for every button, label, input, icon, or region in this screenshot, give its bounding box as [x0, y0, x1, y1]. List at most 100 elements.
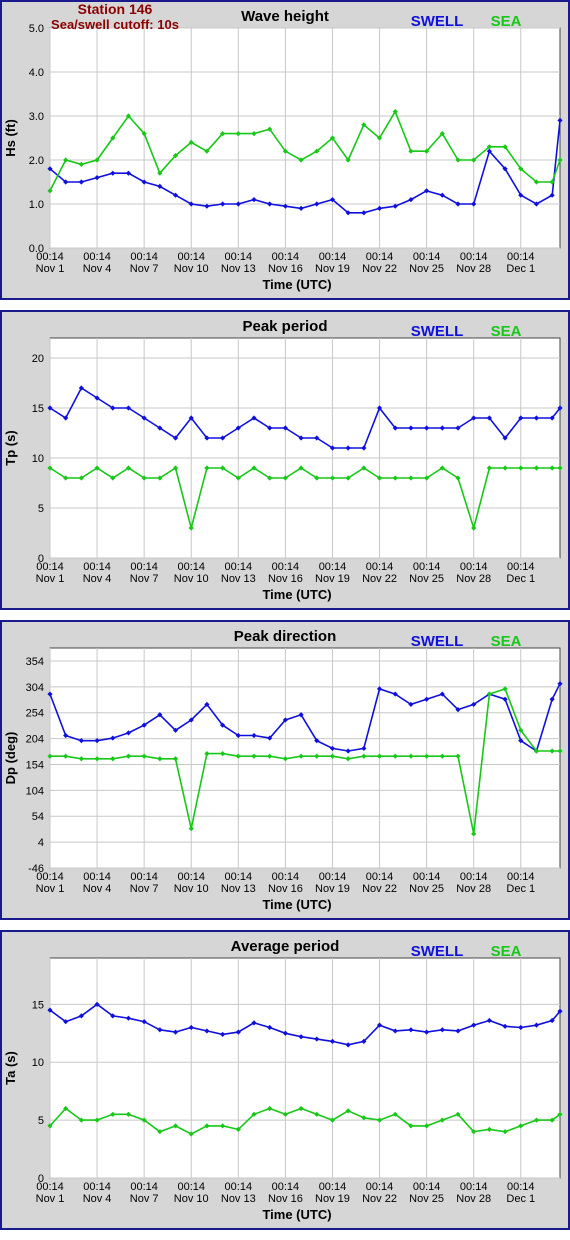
x-tick-time: 00:14: [83, 251, 111, 263]
x-tick-time: 00:14: [130, 1181, 158, 1193]
x-tick-date: Dec 1: [506, 1193, 535, 1205]
x-tick-time: 00:14: [83, 561, 111, 573]
y-axis-label: Dp (deg): [3, 732, 18, 785]
x-tick-time: 00:14: [319, 561, 347, 573]
x-tick-time: 00:14: [413, 251, 441, 263]
x-tick-date: Nov 19: [315, 573, 350, 585]
x-tick-time: 00:14: [36, 1181, 64, 1193]
y-tick-label: 4: [38, 837, 44, 849]
x-tick-date: Nov 10: [174, 1193, 209, 1205]
x-tick-time: 00:14: [366, 251, 394, 263]
x-tick-time: 00:14: [177, 561, 205, 573]
x-tick-time: 00:14: [507, 871, 535, 883]
x-tick-date: Nov 1: [36, 573, 65, 585]
x-tick-date: Nov 7: [130, 883, 159, 895]
x-tick-time: 00:14: [272, 251, 300, 263]
chart-panel-2: 0510152000:14Nov 100:14Nov 400:14Nov 700…: [0, 310, 570, 610]
x-axis-label: Time (UTC): [262, 587, 331, 602]
x-tick-date: Nov 7: [130, 1193, 159, 1205]
x-tick-date: Nov 19: [315, 1193, 350, 1205]
y-tick-label: 10: [32, 453, 44, 465]
x-tick-date: Nov 25: [409, 1193, 444, 1205]
x-tick-time: 00:14: [130, 251, 158, 263]
y-axis-label: Ta (s): [3, 1051, 18, 1085]
x-tick-date: Nov 28: [456, 573, 491, 585]
x-tick-time: 00:14: [319, 251, 347, 263]
x-tick-time: 00:14: [272, 871, 300, 883]
x-tick-date: Nov 22: [362, 263, 397, 275]
x-tick-time: 00:14: [177, 1181, 205, 1193]
x-tick-time: 00:14: [366, 561, 394, 573]
x-tick-date: Nov 7: [130, 573, 159, 585]
x-tick-time: 00:14: [460, 1181, 488, 1193]
x-tick-time: 00:14: [366, 871, 394, 883]
chart-panel-4: 05101500:14Nov 100:14Nov 400:14Nov 700:1…: [0, 930, 570, 1230]
y-tick-label: 204: [26, 734, 44, 746]
x-tick-date: Nov 22: [362, 573, 397, 585]
x-tick-date: Nov 10: [174, 263, 209, 275]
x-tick-date: Nov 10: [174, 883, 209, 895]
x-tick-time: 00:14: [83, 871, 111, 883]
x-tick-date: Nov 13: [221, 263, 256, 275]
x-tick-time: 00:14: [460, 871, 488, 883]
legend-swell: SWELL: [411, 323, 464, 340]
x-axis-label: Time (UTC): [262, 277, 331, 292]
y-tick-label: 15: [32, 999, 44, 1011]
x-tick-date: Nov 22: [362, 883, 397, 895]
legend-sea: SEA: [491, 323, 522, 340]
chart-title: Average period: [231, 938, 340, 955]
station-title: Station 146: [78, 1, 153, 17]
y-tick-label: 1.0: [29, 199, 44, 211]
y-tick-label: 10: [32, 1057, 44, 1069]
y-tick-label: 20: [32, 353, 44, 365]
x-tick-date: Nov 1: [36, 263, 65, 275]
legend-swell: SWELL: [411, 13, 464, 30]
x-tick-time: 00:14: [413, 561, 441, 573]
x-tick-time: 00:14: [225, 251, 253, 263]
x-tick-time: 00:14: [460, 561, 488, 573]
chart-title: Peak period: [242, 318, 327, 335]
x-tick-time: 00:14: [460, 251, 488, 263]
x-tick-date: Dec 1: [506, 263, 535, 275]
x-tick-date: Nov 13: [221, 883, 256, 895]
x-axis-label: Time (UTC): [262, 897, 331, 912]
x-tick-time: 00:14: [319, 1181, 347, 1193]
x-tick-date: Dec 1: [506, 883, 535, 895]
y-tick-label: 104: [26, 785, 44, 797]
x-tick-date: Nov 25: [409, 263, 444, 275]
legend-sea: SEA: [491, 633, 522, 650]
x-tick-date: Nov 22: [362, 1193, 397, 1205]
x-tick-date: Nov 13: [221, 573, 256, 585]
x-tick-time: 00:14: [130, 871, 158, 883]
x-tick-date: Nov 4: [83, 573, 112, 585]
legend-sea: SEA: [491, 13, 522, 30]
x-tick-time: 00:14: [36, 251, 64, 263]
x-tick-date: Nov 13: [221, 1193, 256, 1205]
x-tick-time: 00:14: [272, 561, 300, 573]
y-axis-label: Hs (ft): [3, 119, 18, 157]
x-tick-time: 00:14: [366, 1181, 394, 1193]
plot-area: [49, 957, 561, 1179]
x-tick-date: Nov 10: [174, 573, 209, 585]
y-tick-label: 254: [26, 708, 44, 720]
x-tick-date: Nov 19: [315, 263, 350, 275]
x-tick-time: 00:14: [130, 561, 158, 573]
plot-area: [49, 647, 561, 869]
x-tick-date: Nov 4: [83, 883, 112, 895]
x-tick-date: Nov 4: [83, 1193, 112, 1205]
y-tick-label: 3.0: [29, 111, 44, 123]
x-tick-date: Nov 4: [83, 263, 112, 275]
x-tick-date: Nov 25: [409, 883, 444, 895]
x-tick-date: Nov 1: [36, 1193, 65, 1205]
y-axis-label: Tp (s): [3, 430, 18, 465]
y-tick-label: 5: [38, 1115, 44, 1127]
x-tick-date: Dec 1: [506, 573, 535, 585]
chart-title: Wave height: [241, 8, 329, 25]
y-tick-label: 2.0: [29, 155, 44, 167]
x-tick-time: 00:14: [83, 1181, 111, 1193]
x-tick-time: 00:14: [413, 871, 441, 883]
plot-area: [49, 27, 561, 249]
legend-sea: SEA: [491, 943, 522, 960]
x-axis-label: Time (UTC): [262, 1207, 331, 1222]
x-tick-date: Nov 28: [456, 883, 491, 895]
